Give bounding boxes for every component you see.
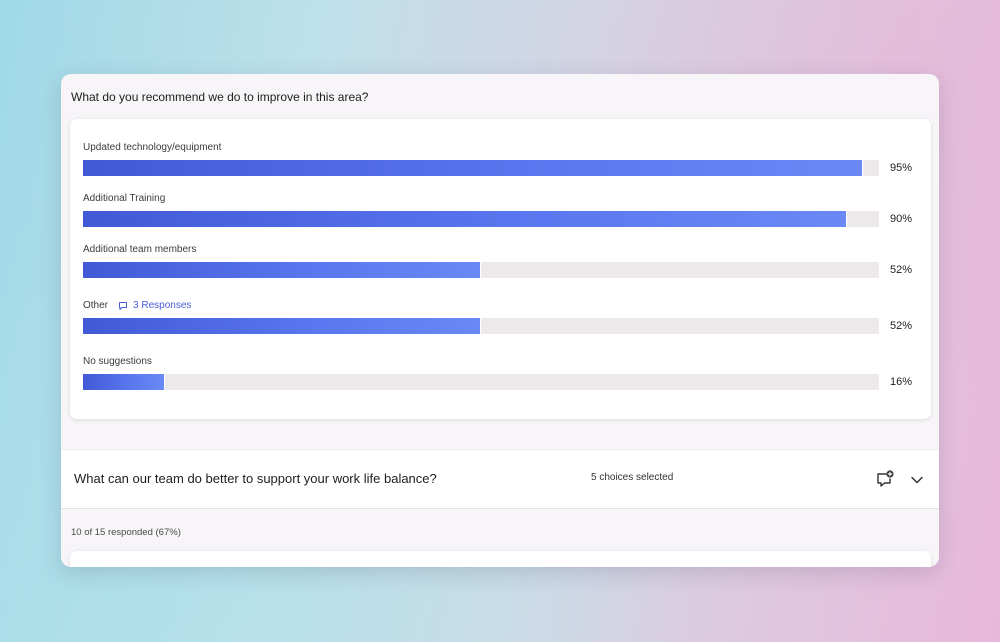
question-header-collapsed[interactable]: What can our team do better to support y… bbox=[61, 449, 939, 509]
bar-track bbox=[83, 211, 879, 227]
result-row: Updated technology/equipment 95% bbox=[83, 142, 923, 182]
responded-count: 10 of 15 responded (67%) bbox=[71, 527, 181, 538]
result-row: Other 3 Responses 52% bbox=[83, 300, 923, 340]
result-row: Additional team members 52% bbox=[83, 244, 923, 284]
responses-link[interactable]: 3 Responses bbox=[118, 300, 191, 311]
percent-value: 16% bbox=[890, 376, 913, 388]
percent-value: 52% bbox=[890, 264, 913, 276]
bar-fill bbox=[83, 160, 864, 176]
bar-fill bbox=[83, 318, 481, 334]
percent-value: 95% bbox=[890, 162, 913, 174]
comment-icon bbox=[119, 301, 128, 310]
bar-track bbox=[83, 160, 879, 176]
bar-track bbox=[83, 262, 879, 278]
question-title: What can our team do better to support y… bbox=[74, 471, 437, 486]
chevron-down-icon bbox=[911, 476, 923, 484]
bar-fill bbox=[83, 262, 481, 278]
bar-fill bbox=[83, 374, 165, 390]
result-row: No suggestions 16% bbox=[83, 356, 923, 396]
option-label: Other 3 Responses bbox=[83, 300, 192, 311]
option-label: Updated technology/equipment bbox=[83, 142, 222, 153]
result-row: Additional Training 90% bbox=[83, 193, 923, 233]
bar-track bbox=[83, 318, 879, 334]
choices-selected-count: 5 choices selected bbox=[591, 472, 674, 483]
percent-value: 90% bbox=[890, 213, 913, 225]
percent-value: 52% bbox=[890, 320, 913, 332]
results-panel-next bbox=[70, 551, 931, 567]
question-title: What do you recommend we do to improve i… bbox=[71, 90, 369, 104]
comment-add-icon bbox=[877, 470, 894, 487]
option-label: Additional Training bbox=[83, 193, 166, 204]
results-panel: Updated technology/equipment 95% Additio… bbox=[70, 119, 931, 419]
survey-results-card: What do you recommend we do to improve i… bbox=[61, 74, 939, 567]
bar-track bbox=[83, 374, 879, 390]
add-comment-button[interactable] bbox=[874, 468, 896, 490]
expand-button[interactable] bbox=[907, 470, 927, 490]
option-label: No suggestions bbox=[83, 356, 152, 367]
option-label: Additional team members bbox=[83, 244, 197, 255]
bar-fill bbox=[83, 211, 848, 227]
